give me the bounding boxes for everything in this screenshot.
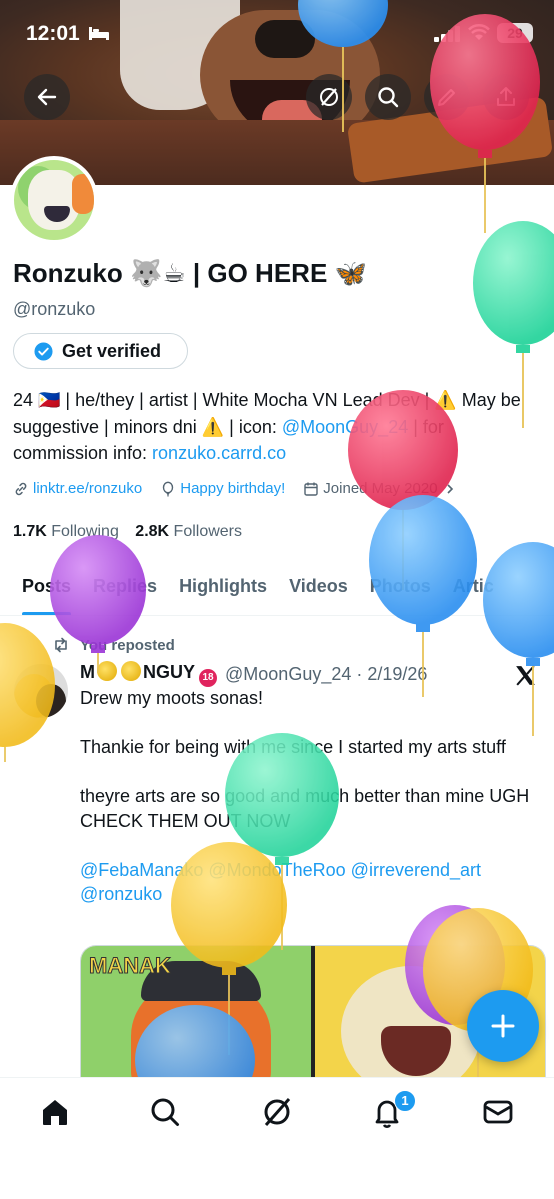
grok-icon[interactable] bbox=[260, 1095, 294, 1129]
followers-count: 2.8K bbox=[135, 523, 170, 540]
bio-website-link[interactable]: ronzuko.carrd.co bbox=[152, 443, 286, 463]
repost-icon bbox=[55, 637, 67, 653]
profile-joined-text: Joined May 2020 bbox=[323, 480, 438, 497]
following-label: Following bbox=[51, 523, 119, 540]
following-count: 1.7K bbox=[13, 523, 47, 540]
coin-emoji-icon bbox=[97, 661, 117, 681]
bio-mention-link[interactable]: @MoonGuy_24 bbox=[282, 417, 408, 437]
avatar-art-ear bbox=[72, 174, 94, 214]
profile-avatar[interactable] bbox=[10, 156, 98, 244]
post-author-handle-date[interactable]: @MoonGuy_24 · 2/19/26 bbox=[225, 664, 427, 685]
coin-emoji-icon bbox=[121, 661, 141, 681]
profile-bio: 24 🇵🇭 | he/they | artist | White Mocha V… bbox=[13, 387, 543, 467]
tab-posts[interactable]: Posts bbox=[22, 566, 72, 616]
status-time: 12:01 bbox=[26, 22, 80, 45]
edit-icon bbox=[438, 89, 455, 106]
followers-stat[interactable]: 2.8K Followers bbox=[135, 523, 242, 540]
tab-videos[interactable]: Videos bbox=[289, 566, 348, 610]
post-body: Drew my moots sonas! Thankie for being w… bbox=[80, 686, 540, 907]
profile-link-text[interactable]: linktr.ee/ronzuko bbox=[33, 480, 142, 497]
grok-button[interactable] bbox=[306, 74, 352, 120]
follow-stats: 1.7K Following 2.8K Followers bbox=[13, 523, 242, 541]
plus-icon bbox=[491, 1014, 515, 1038]
get-verified-button[interactable]: Get verified bbox=[13, 333, 188, 369]
profile-birthday[interactable]: Happy birthday! bbox=[160, 480, 285, 497]
signal-icon bbox=[434, 26, 460, 42]
post-author-name-start: M bbox=[80, 662, 95, 682]
post-author-avatar[interactable] bbox=[14, 664, 68, 718]
edit-button[interactable] bbox=[424, 74, 470, 120]
profile-tabs: Posts Replies Highlights Videos Photos A… bbox=[0, 566, 554, 616]
post-author-name-end: NGUY bbox=[143, 662, 196, 682]
back-arrow-icon bbox=[37, 88, 57, 106]
profile-joined[interactable]: Joined May 2020 bbox=[303, 480, 459, 497]
calendar-icon bbox=[304, 482, 318, 496]
battery-indicator: 29 bbox=[497, 23, 533, 43]
profile-link[interactable]: linktr.ee/ronzuko bbox=[13, 480, 142, 497]
tabs-divider bbox=[0, 615, 554, 616]
post-avatar-art-2 bbox=[36, 684, 66, 718]
share-icon bbox=[497, 87, 515, 106]
following-stat[interactable]: 1.7K Following bbox=[13, 523, 119, 540]
profile-birthday-text[interactable]: Happy birthday! bbox=[180, 480, 285, 497]
media-vertical-text: MANAK bbox=[89, 952, 172, 980]
bottom-navigation: 1 bbox=[0, 1077, 554, 1199]
verified-check-icon bbox=[34, 341, 53, 361]
profile-handle: @ronzuko bbox=[13, 299, 96, 319]
back-button[interactable] bbox=[24, 74, 70, 120]
followers-label: Followers bbox=[173, 523, 243, 540]
profile-display-name: Ronzuko 🐺☕ | GO HERE 🦋 bbox=[13, 258, 367, 288]
post-author-name[interactable]: M NGUY 18 bbox=[80, 661, 218, 687]
repost-indicator: You reposted bbox=[52, 636, 175, 654]
chevron-right-icon bbox=[446, 483, 453, 494]
repost-label: You reposted bbox=[80, 636, 175, 654]
status-bar: 12:01 29 bbox=[0, 0, 554, 66]
wifi-icon bbox=[468, 24, 490, 40]
link-icon bbox=[15, 482, 27, 495]
search-icon bbox=[378, 87, 399, 108]
balloon-icon bbox=[163, 481, 174, 496]
post-line-1: Drew my moots sonas! bbox=[80, 688, 264, 708]
home-icon[interactable] bbox=[38, 1095, 72, 1129]
share-button[interactable] bbox=[483, 74, 529, 120]
get-verified-label: Get verified bbox=[62, 340, 162, 361]
profile-meta: linktr.ee/ronzuko Happy birthday! Joined… bbox=[13, 480, 478, 497]
tab-photos[interactable]: Photos bbox=[370, 566, 431, 610]
post-header: M NGUY 18 @MoonGuy_24 · 2/19/26 bbox=[80, 661, 427, 687]
age-restricted-badge: 18 bbox=[199, 669, 218, 687]
post-mentions[interactable]: @FebaManako @MondoTheRoo @irreverend_art… bbox=[80, 860, 481, 905]
search-button[interactable] bbox=[365, 74, 411, 120]
grok-icon bbox=[320, 88, 338, 106]
messages-icon[interactable] bbox=[481, 1095, 515, 1129]
bio-text-1: 24 🇵🇭 | he/they | artist | White Mocha V… bbox=[13, 390, 521, 437]
notification-badge: 1 bbox=[394, 1090, 416, 1112]
tab-articles[interactable]: Artic bbox=[453, 566, 494, 610]
post-line-2: Thankie for being with me since I starte… bbox=[80, 737, 506, 757]
search-icon[interactable] bbox=[148, 1095, 182, 1129]
tab-highlights[interactable]: Highlights bbox=[179, 566, 267, 610]
sleep-focus-icon bbox=[89, 27, 109, 40]
compose-post-button[interactable] bbox=[467, 990, 539, 1062]
post-line-3: theyre arts are so good and much better … bbox=[80, 786, 530, 831]
x-logo-icon[interactable] bbox=[513, 663, 538, 688]
tab-replies[interactable]: Replies bbox=[93, 566, 157, 610]
